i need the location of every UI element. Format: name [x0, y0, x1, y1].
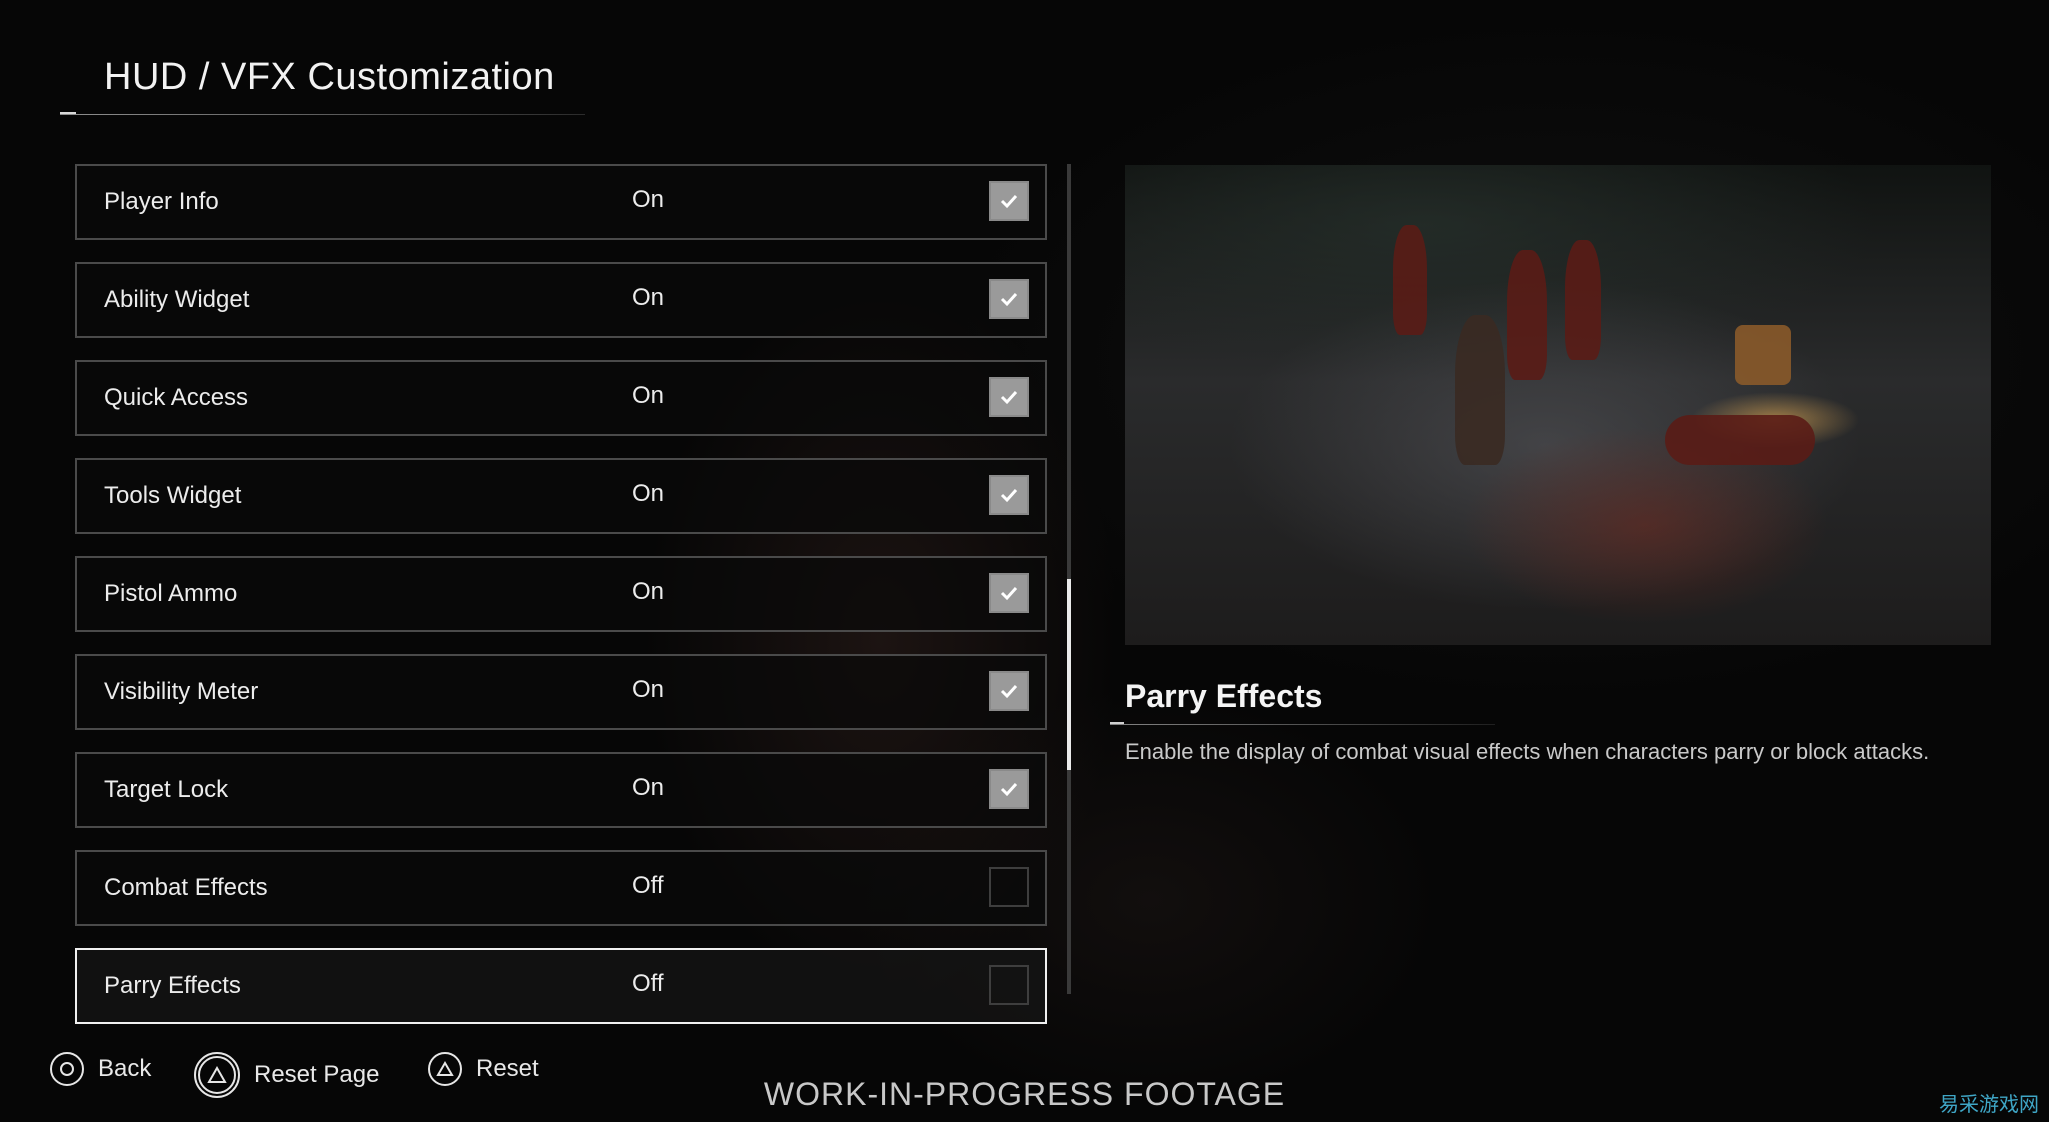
checkmark-icon [1000, 292, 1018, 307]
setting-value: On [632, 284, 665, 311]
setting-label: Target Lock [104, 776, 229, 803]
setting-value: Off [632, 970, 664, 997]
setting-value: On [632, 578, 665, 605]
setting-label: Tools Widget [104, 482, 242, 509]
checkmark-icon [1000, 488, 1018, 503]
preview-figure [1565, 240, 1601, 360]
setting-checkbox[interactable] [989, 671, 1029, 711]
setting-checkbox[interactable] [989, 181, 1029, 221]
settings-screen: HUD / VFX Customization Player Info On Abi… [0, 0, 2049, 1122]
setting-label: Parry Effects [104, 972, 241, 999]
setting-label: Visibility Meter [104, 678, 259, 705]
preview-figure [1455, 315, 1505, 465]
preview-torch [1735, 325, 1791, 385]
setting-checkbox[interactable] [989, 475, 1029, 515]
setting-checkbox[interactable] [989, 867, 1029, 907]
setting-row[interactable]: Quick Access On [75, 360, 1047, 436]
settings-list: Player Info On Ability Widget On Quick Acces… [75, 164, 1047, 1046]
preview-figure [1507, 250, 1547, 380]
setting-checkbox[interactable] [989, 965, 1029, 1005]
checkmark-icon [1000, 586, 1018, 601]
setting-row[interactable]: Tools Widget On [75, 458, 1047, 534]
setting-label: Combat Effects [104, 874, 268, 901]
setting-value: On [632, 186, 665, 213]
setting-value: Off [632, 872, 664, 899]
setting-row[interactable]: Combat Effects Off [75, 850, 1047, 926]
setting-label: Ability Widget [104, 286, 250, 313]
setting-checkbox[interactable] [989, 769, 1029, 809]
setting-checkbox[interactable] [989, 377, 1029, 417]
setting-checkbox[interactable] [989, 573, 1029, 613]
setting-row[interactable]: Ability Widget On [75, 262, 1047, 338]
work-in-progress-watermark: WORK-IN-PROGRESS FOOTAGE [763, 1076, 1286, 1112]
title-divider [60, 114, 585, 115]
info-title: Parry Effects [1125, 678, 1323, 714]
info-divider [1110, 724, 1495, 725]
corner-watermark: 易采游戏网 [1939, 1092, 2039, 1116]
preview-image [1125, 165, 1991, 645]
setting-row[interactable]: Visibility Meter On [75, 654, 1047, 730]
info-description: Enable the display of combat visual effe… [1125, 739, 1930, 764]
setting-label: Player Info [104, 188, 219, 215]
checkmark-icon [1000, 684, 1018, 699]
setting-value: On [632, 774, 665, 801]
setting-checkbox[interactable] [989, 279, 1029, 319]
setting-label: Quick Access [104, 384, 249, 411]
page-title: HUD / VFX Customization [104, 56, 555, 98]
checkmark-icon [1000, 194, 1018, 209]
setting-value: On [632, 480, 665, 507]
preview-figure [1393, 225, 1427, 335]
setting-row[interactable]: Target Lock On [75, 752, 1047, 828]
checkmark-icon [1000, 390, 1018, 405]
setting-row[interactable]: Parry Effects Off [75, 948, 1047, 1024]
preview-figure [1665, 415, 1815, 465]
scrollbar-thumb[interactable] [1067, 579, 1071, 770]
setting-label: Pistol Ammo [104, 580, 238, 607]
checkmark-icon [1000, 782, 1018, 797]
scrollbar[interactable] [1067, 164, 1071, 994]
setting-value: On [632, 676, 665, 703]
setting-row[interactable]: Pistol Ammo On [75, 556, 1047, 632]
setting-row[interactable]: Player Info On [75, 164, 1047, 240]
setting-value: On [632, 382, 665, 409]
